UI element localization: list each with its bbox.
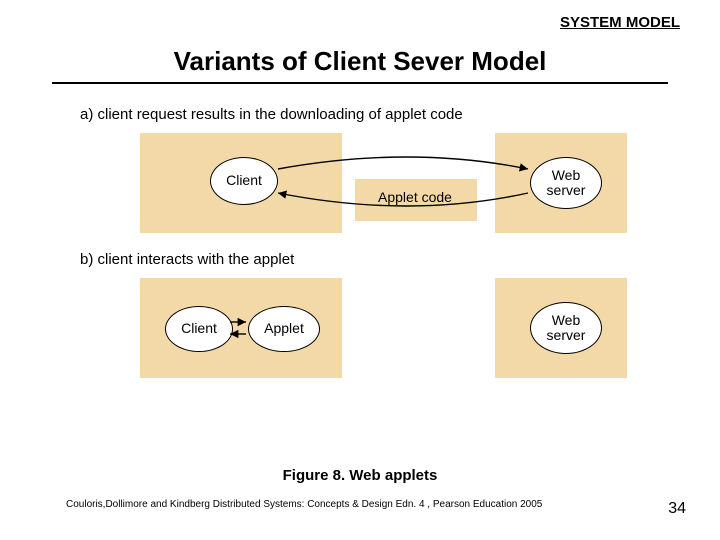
page-number: 34 xyxy=(668,500,686,518)
caption-b: b) client interacts with the applet xyxy=(80,251,640,268)
figure-caption: Figure 8. Web applets xyxy=(0,467,720,484)
diagram-area: a) client request results in the downloa… xyxy=(80,100,640,388)
slide-title: Variants of Client Sever Model xyxy=(0,46,720,77)
node-b-applet: Applet xyxy=(248,306,320,352)
citation: Couloris,Dollimore and Kindberg Distribu… xyxy=(66,499,542,510)
node-b-client: Client xyxy=(165,306,233,352)
node-a-client: Client xyxy=(210,157,278,205)
node-a-server: Web server xyxy=(530,157,602,209)
header-label: SYSTEM MODEL xyxy=(560,14,680,31)
caption-a: a) client request results in the downloa… xyxy=(80,106,640,123)
title-rule xyxy=(52,82,668,84)
label-a-applet-code: Applet code xyxy=(365,189,465,205)
panel-row-b: Client Applet Web server xyxy=(80,272,640,382)
panel-row-a: Client Applet code Web server xyxy=(80,127,640,237)
node-b-server: Web server xyxy=(530,302,602,354)
